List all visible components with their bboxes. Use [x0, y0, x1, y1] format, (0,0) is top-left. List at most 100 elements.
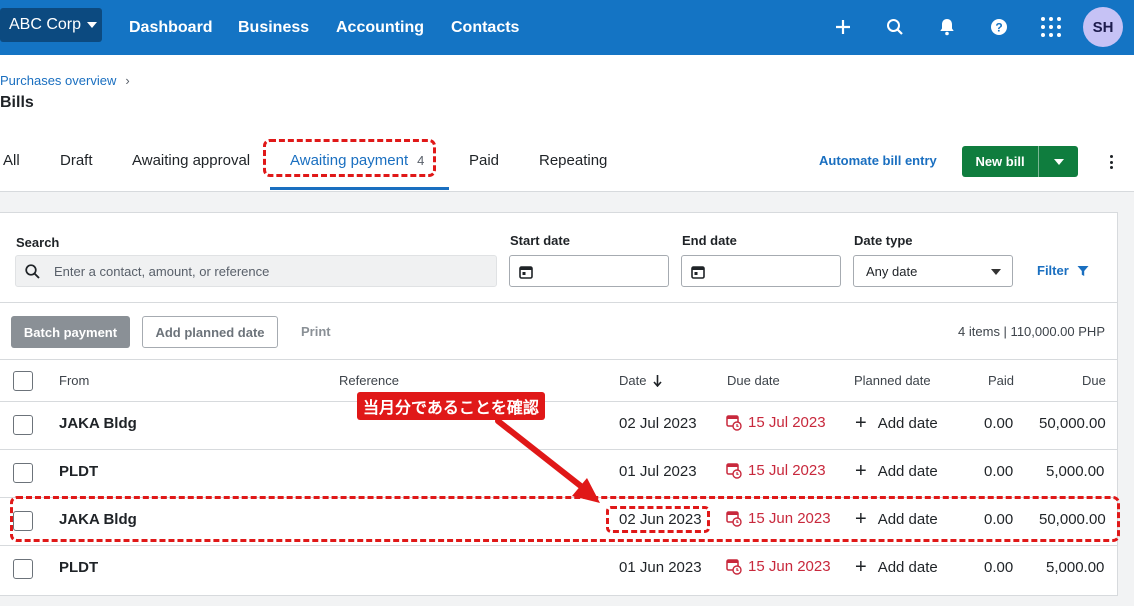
filter-label: Filter	[1037, 263, 1069, 278]
add-date-label: Add date	[877, 462, 938, 480]
add-planned-date-button[interactable]: + Add date	[855, 556, 938, 578]
plus-icon: +	[855, 460, 867, 482]
add-date-label: Add date	[877, 510, 938, 528]
chevron-down-icon	[991, 269, 1001, 275]
nav-accounting[interactable]: Accounting	[336, 0, 424, 55]
date-type-value: Any date	[866, 263, 918, 279]
svg-text:?: ?	[995, 21, 1002, 35]
add-planned-date-button[interactable]: + Add date	[855, 460, 938, 482]
row-due-amount: 5,000.00	[1046, 463, 1105, 480]
search-field[interactable]	[15, 255, 497, 287]
new-bill-button[interactable]: New bill	[962, 146, 1038, 177]
search-label: Search	[16, 235, 60, 250]
row-checkbox[interactable]	[13, 559, 33, 579]
row-paid: 0.00	[984, 511, 1014, 528]
help-icon[interactable]: ?	[986, 14, 1012, 40]
plus-icon: +	[855, 556, 867, 578]
search-icon[interactable]	[882, 14, 908, 40]
end-date-input[interactable]	[681, 255, 841, 287]
tab-awaiting-payment[interactable]: Awaiting payment 4	[290, 152, 424, 169]
active-tab-indicator	[270, 187, 449, 190]
row-contact: PLDT	[59, 559, 99, 576]
tab-count-badge: 4	[417, 153, 425, 168]
date-type-select[interactable]: Any date	[853, 255, 1013, 287]
row-due-date-text: 15 Jul 2023	[748, 462, 826, 479]
start-date-label: Start date	[510, 233, 570, 248]
end-date-label: End date	[682, 233, 737, 248]
tab-repeating[interactable]: Repeating	[539, 152, 607, 169]
start-date-input[interactable]	[509, 255, 669, 287]
more-options-icon[interactable]	[1104, 153, 1118, 171]
row-due-amount: 50,000.00	[1039, 415, 1106, 432]
divider	[0, 302, 1118, 303]
column-header-planned-date[interactable]: Planned date	[854, 373, 931, 388]
table-row[interactable]: JAKA Bldg 02 Jul 2023 15 Jul 2023 + Add d…	[0, 401, 1118, 449]
overdue-calendar-icon	[726, 511, 742, 527]
row-paid: 0.00	[984, 463, 1014, 480]
add-date-label: Add date	[877, 558, 938, 576]
funnel-icon	[1077, 265, 1089, 276]
table-row[interactable]: JAKA Bldg 02 Jun 2023 15 Jun 2023 + Add d…	[0, 497, 1118, 545]
print-button[interactable]: Print	[301, 324, 331, 339]
tab-draft[interactable]: Draft	[60, 152, 93, 169]
nav-dashboard[interactable]: Dashboard	[129, 0, 213, 55]
filter-button[interactable]: Filter	[1037, 263, 1089, 278]
automate-bill-entry-link[interactable]: Automate bill entry	[819, 153, 937, 168]
column-header-from[interactable]: From	[59, 373, 89, 388]
nav-business[interactable]: Business	[238, 0, 309, 55]
row-due-date: 15 Jun 2023	[726, 558, 831, 575]
add-planned-date-button[interactable]: Add planned date	[142, 316, 278, 348]
chevron-right-icon: ›	[125, 73, 130, 88]
column-header-due[interactable]: Due	[1082, 373, 1106, 388]
breadcrumb: Purchases overview ›	[0, 73, 130, 88]
column-header-due-date[interactable]: Due date	[727, 373, 780, 388]
annotation-callout: 当月分であることを確認	[357, 392, 545, 420]
row-checkbox[interactable]	[13, 415, 33, 435]
column-header-paid[interactable]: Paid	[988, 373, 1014, 388]
nav-contacts[interactable]: Contacts	[451, 0, 519, 55]
overdue-calendar-icon	[726, 559, 742, 575]
add-icon[interactable]	[830, 14, 856, 40]
row-checkbox[interactable]	[13, 511, 33, 531]
avatar[interactable]: SH	[1083, 7, 1123, 47]
overdue-calendar-icon	[726, 463, 742, 479]
organisation-switcher[interactable]: ABC Corp	[0, 8, 102, 42]
sort-arrow-down-icon	[653, 374, 663, 387]
row-contact: JAKA Bldg	[59, 511, 137, 528]
top-navigation-bar: ABC Corp Dashboard Business Accounting C…	[0, 0, 1134, 55]
row-checkbox[interactable]	[13, 463, 33, 483]
table-row[interactable]: PLDT 01 Jul 2023 15 Jul 2023 + Add date 0…	[0, 449, 1118, 497]
bell-icon[interactable]	[934, 14, 960, 40]
app-launcher-icon[interactable]	[1038, 14, 1064, 40]
calendar-icon	[691, 266, 705, 279]
new-bill-options-button[interactable]	[1038, 146, 1078, 177]
items-summary: 4 items | 110,000.00 PHP	[958, 324, 1105, 339]
select-all-checkbox[interactable]	[13, 371, 33, 391]
page-title: Bills	[0, 94, 34, 111]
tab-paid[interactable]: Paid	[469, 152, 499, 169]
tab-all[interactable]: All	[3, 152, 20, 169]
table-row[interactable]: PLDT 01 Jun 2023 15 Jun 2023 + Add date 0…	[0, 545, 1118, 593]
batch-payment-button[interactable]: Batch payment	[11, 316, 130, 348]
breadcrumb-purchases-overview[interactable]: Purchases overview	[0, 73, 116, 88]
plus-icon: +	[855, 412, 867, 434]
tab-awaiting-approval[interactable]: Awaiting approval	[132, 152, 250, 169]
row-date: 01 Jul 2023	[619, 463, 697, 480]
column-header-reference[interactable]: Reference	[339, 373, 399, 388]
add-planned-date-button[interactable]: + Add date	[855, 412, 938, 434]
chevron-down-icon	[87, 22, 98, 28]
column-header-date[interactable]: Date	[619, 373, 663, 388]
bills-panel: Search Start date End date Date type Any…	[0, 212, 1118, 596]
search-input[interactable]	[54, 256, 484, 286]
chevron-down-icon	[1053, 158, 1064, 165]
tab-awaiting-payment-label: Awaiting payment	[290, 152, 409, 169]
row-date: 02 Jul 2023	[619, 415, 697, 432]
row-date: 01 Jun 2023	[619, 559, 702, 576]
row-paid: 0.00	[984, 415, 1014, 432]
organisation-name: ABC Corp	[9, 16, 82, 33]
column-header-date-label: Date	[619, 373, 647, 388]
plus-icon: +	[855, 508, 867, 530]
add-planned-date-button[interactable]: + Add date	[855, 508, 938, 530]
add-date-label: Add date	[877, 414, 938, 432]
page-header: Purchases overview › Bills All Draft Awa…	[0, 55, 1134, 192]
